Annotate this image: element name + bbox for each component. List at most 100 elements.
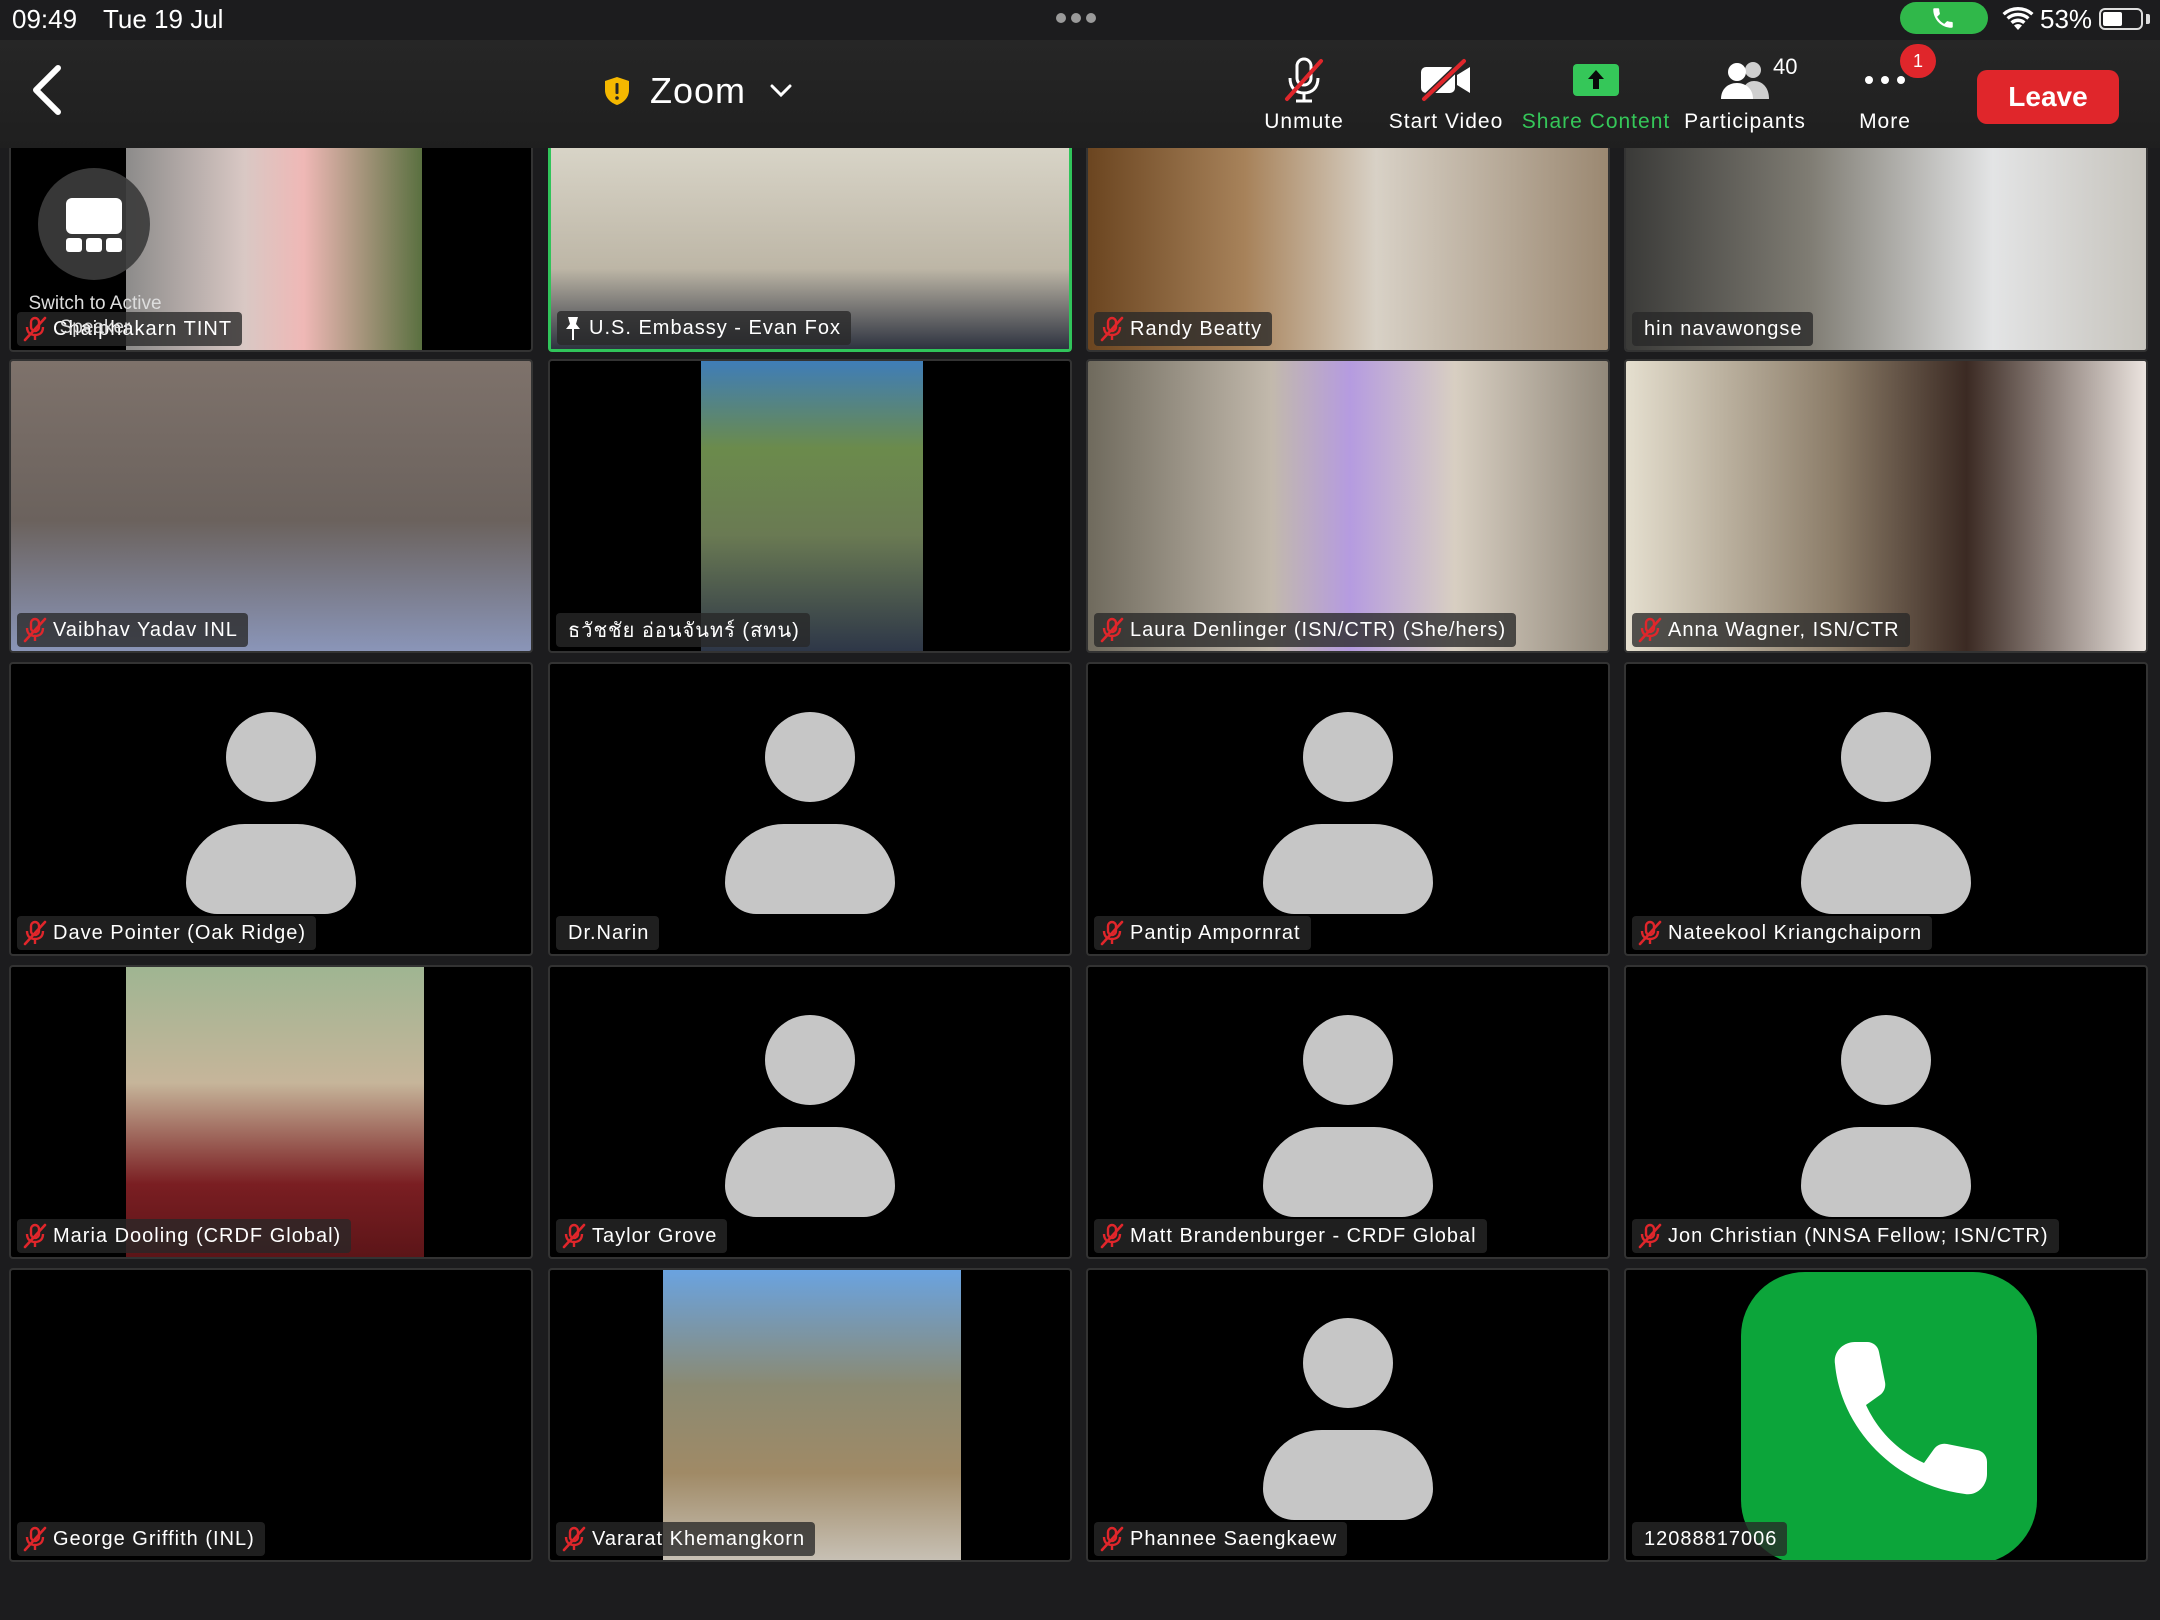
mic-muted-icon — [1638, 1223, 1662, 1249]
shield-icon — [605, 77, 629, 105]
participant-name: Maria Dooling (CRDF Global) — [53, 1224, 342, 1247]
start-video-button[interactable]: Start Video — [1384, 54, 1508, 144]
participant-name: 12088817006 — [1644, 1527, 1778, 1550]
switch-speaker-label: Switch to Active Speaker — [28, 293, 162, 338]
more-label: More — [1859, 110, 1911, 133]
participant-name: ธวัชชัย อ่อนจันทร์ (สทน) — [568, 620, 800, 642]
status-bar: 09:49 Tue 19 Jul 53% — [0, 0, 2160, 40]
participant-name-tag: George Griffith (INL) — [17, 1522, 265, 1556]
participant-name-tag: Laura Denlinger (ISN/CTR) (She/hers) — [1094, 613, 1517, 647]
clock: 09:49 — [12, 4, 78, 34]
participant-name: U.S. Embassy - Evan Fox — [589, 316, 841, 339]
active-speaker-layout-icon — [66, 198, 122, 252]
default-avatar-icon — [1263, 1318, 1433, 1520]
participant-tile[interactable]: Laura Denlinger (ISN/CTR) (She/hers) — [1086, 359, 1610, 653]
video-feed — [701, 361, 923, 651]
meeting-title-dropdown[interactable]: Zoom — [604, 64, 792, 118]
default-avatar-icon — [725, 712, 895, 914]
participant-name: Phannee Saengkaew — [1130, 1527, 1338, 1550]
default-avatar-icon — [1801, 1015, 1971, 1217]
switch-to-active-speaker-button[interactable] — [38, 168, 150, 280]
video-feed — [11, 361, 531, 651]
participant-tile[interactable]: Dave Pointer (Oak Ridge) — [9, 662, 533, 956]
active-call-pill[interactable] — [1900, 2, 1988, 34]
default-avatar-icon — [1263, 1015, 1433, 1217]
leave-button[interactable]: Leave — [1977, 70, 2119, 124]
meeting-title: Zoom — [650, 70, 747, 111]
participant-name-tag: Randy Beatty — [1094, 312, 1273, 346]
participant-name-tag: Matt Brandenburger - CRDF Global — [1094, 1219, 1487, 1253]
participant-tile[interactable]: Pantip Ampornrat — [1086, 662, 1610, 956]
more-dots-icon — [1865, 76, 1905, 84]
phone-icon — [1933, 8, 1953, 28]
participant-name-tag: Vararat Khemangkorn — [556, 1522, 816, 1556]
participant-name: hin navawongse — [1644, 317, 1803, 340]
participant-tile[interactable]: 12088817006 — [1624, 1268, 2148, 1562]
mic-muted-icon — [1100, 617, 1124, 643]
participant-tile[interactable]: Anna Wagner, ISN/CTR — [1624, 359, 2148, 653]
participants-label: Participants — [1684, 110, 1806, 133]
mic-muted-icon — [1638, 920, 1662, 946]
participant-tile[interactable]: Randy Beatty — [1086, 148, 1610, 352]
share-content-label: Share Content — [1521, 110, 1671, 133]
battery-percentage: 53% — [2040, 4, 2093, 34]
participant-tile[interactable]: Dr.Narin — [548, 662, 1072, 956]
participant-tile[interactable]: U.S. Embassy - Evan Fox — [548, 148, 1072, 352]
mic-muted-icon — [1100, 1526, 1124, 1552]
chevron-left-icon — [33, 65, 61, 115]
default-avatar-icon — [1801, 712, 1971, 914]
participant-tile[interactable]: Maria Dooling (CRDF Global) — [9, 965, 533, 1259]
participant-tile[interactable]: Vararat Khemangkorn — [548, 1268, 1072, 1562]
unmute-button[interactable]: Unmute — [1254, 54, 1354, 144]
participant-name-tag: 12088817006 — [1632, 1522, 1788, 1556]
participant-tile[interactable]: Vaibhav Yadav INL — [9, 359, 533, 653]
mic-muted-icon — [23, 1526, 47, 1552]
video-off-icon — [1421, 58, 1470, 102]
participant-name-tag: Maria Dooling (CRDF Global) — [17, 1219, 352, 1253]
participant-tile[interactable]: hin navawongse — [1624, 148, 2148, 352]
date: Tue 19 Jul — [103, 4, 224, 34]
participants-icon — [1721, 62, 1769, 99]
battery-icon — [2099, 8, 2143, 30]
back-button[interactable] — [28, 62, 78, 118]
notification-badge: 1 — [1900, 44, 1936, 78]
share-content-button[interactable]: Share Content — [1518, 54, 1674, 144]
wifi-icon — [2002, 6, 2034, 30]
participant-tile[interactable]: Nateekool Kriangchaiporn — [1624, 662, 2148, 956]
participant-name: Dr.Narin — [568, 921, 650, 944]
default-avatar-icon — [725, 1015, 895, 1217]
participant-tile[interactable]: ธวัชชัย อ่อนจันทร์ (สทน) — [548, 359, 1072, 653]
profile-photo — [126, 967, 424, 1257]
participant-name-tag: Nateekool Kriangchaiporn — [1632, 916, 1933, 950]
mic-muted-icon — [1638, 617, 1662, 643]
participant-tile[interactable]: Matt Brandenburger - CRDF Global — [1086, 965, 1610, 1259]
video-feed — [1626, 361, 2146, 651]
participant-name: Nateekool Kriangchaiporn — [1668, 921, 1923, 944]
participant-name: Anna Wagner, ISN/CTR — [1668, 618, 1900, 641]
participant-name: Pantip Ampornrat — [1130, 921, 1301, 944]
pin-icon — [566, 317, 580, 340]
participant-tile[interactable]: Phannee Saengkaew — [1086, 1268, 1610, 1562]
unmute-label: Unmute — [1264, 110, 1344, 133]
participant-name: Dave Pointer (Oak Ridge) — [53, 921, 306, 944]
participant-name-tag: Dave Pointer (Oak Ridge) — [17, 916, 316, 950]
participant-name: Laura Denlinger (ISN/CTR) (She/hers) — [1130, 618, 1507, 641]
participant-name-tag: Anna Wagner, ISN/CTR — [1632, 613, 1910, 647]
participant-name: Taylor Grove — [592, 1224, 718, 1247]
share-screen-icon — [1573, 64, 1619, 96]
default-avatar-icon — [1263, 712, 1433, 914]
mic-muted-icon — [562, 1223, 586, 1249]
participant-name-tag: ธวัชชัย อ่อนจันทร์ (สทน) — [556, 613, 810, 647]
participants-button[interactable]: 40 Participants — [1680, 54, 1810, 144]
meeting-toolbar: Zoom Unmute Start Video Share Content 40… — [0, 40, 2160, 148]
multitasking-dots-icon[interactable] — [1056, 10, 1104, 24]
participant-tile[interactable]: George Griffith (INL) — [9, 1268, 533, 1562]
participant-name-tag: U.S. Embassy - Evan Fox — [557, 311, 851, 345]
mic-muted-icon — [562, 1526, 586, 1552]
mic-muted-icon — [23, 1223, 47, 1249]
participant-tile[interactable]: Jon Christian (NNSA Fellow; ISN/CTR) — [1624, 965, 2148, 1259]
mic-muted-icon — [23, 617, 47, 643]
participant-tile[interactable]: Taylor Grove — [548, 965, 1072, 1259]
participant-name-tag: Phannee Saengkaew — [1094, 1522, 1348, 1556]
participant-name-tag: hin navawongse — [1632, 312, 1813, 346]
